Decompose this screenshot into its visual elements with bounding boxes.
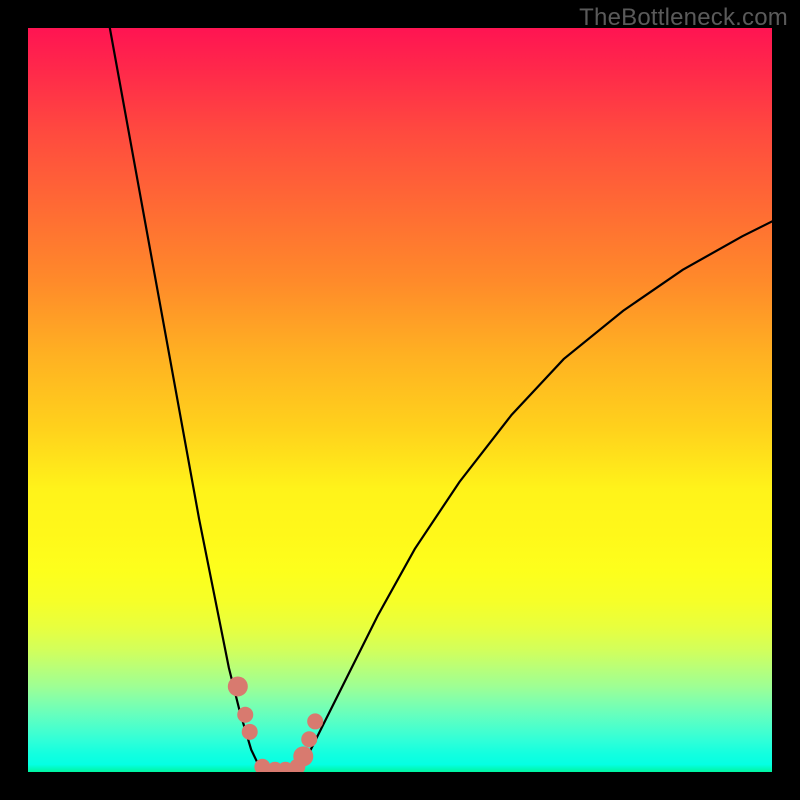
highlight-marker <box>293 746 313 766</box>
highlight-marker <box>307 713 323 729</box>
highlight-marker <box>242 724 258 740</box>
chart-frame: TheBottleneck.com <box>0 0 800 800</box>
marker-group <box>228 676 323 772</box>
watermark-text: TheBottleneck.com <box>579 4 788 32</box>
highlight-marker <box>237 707 253 723</box>
curve-group <box>110 28 772 772</box>
bottleneck-curve <box>110 28 772 772</box>
highlight-marker <box>228 676 248 696</box>
highlight-marker <box>301 731 317 747</box>
plot-area <box>28 28 772 772</box>
chart-svg <box>28 28 772 772</box>
